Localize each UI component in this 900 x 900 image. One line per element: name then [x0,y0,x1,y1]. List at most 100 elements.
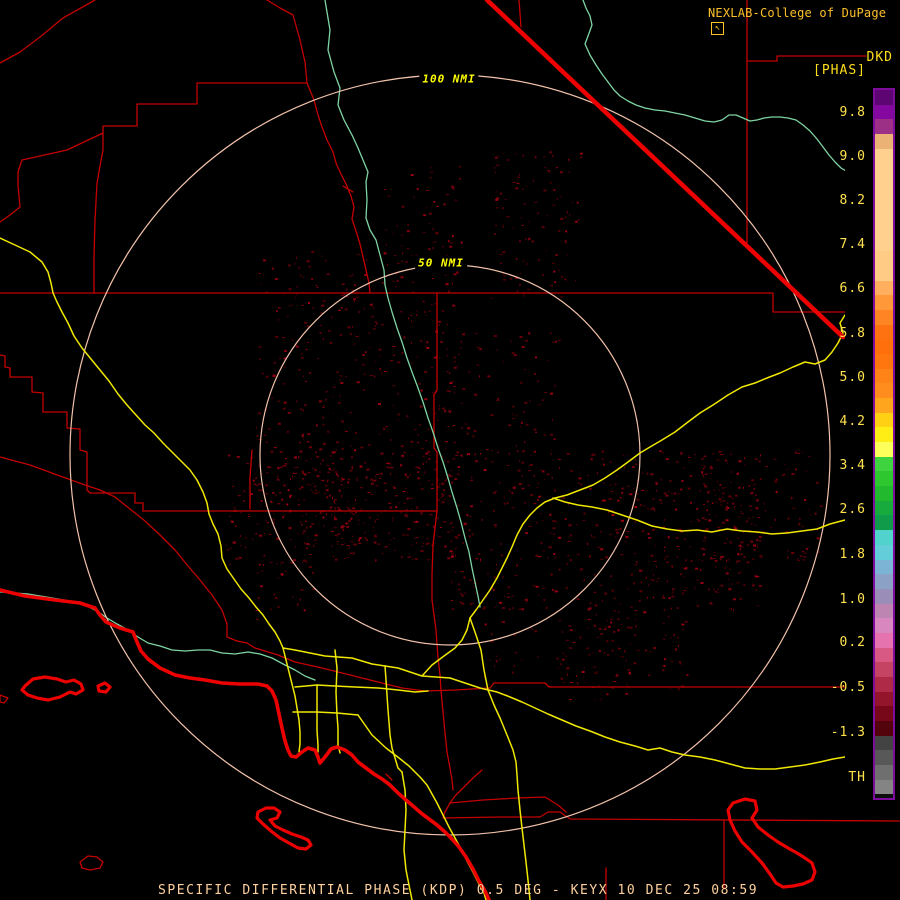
radar-speckle [727,502,729,504]
radar-speckle [451,185,454,188]
radar-speckle [677,636,679,639]
radar-speckle [322,300,326,302]
radar-speckle [637,492,639,495]
radar-speckle [520,608,524,610]
radar-speckle [606,693,609,696]
radar-speckle [744,464,746,466]
radar-speckle [301,470,304,473]
radar-speckle [415,466,418,468]
radar-speckle [369,303,373,306]
radar-speckle [602,499,606,502]
radar-speckle [627,471,629,472]
radar-speckle [677,645,679,647]
radar-speckle [605,626,607,629]
radar-speckle [312,307,314,310]
radar-speckle [493,589,495,592]
radar-speckle [467,514,469,517]
colorbar-swatch [875,368,893,384]
radar-speckle [740,553,743,556]
radar-speckle [356,479,359,481]
radar-speckle [439,357,441,359]
radar-speckle [286,430,289,433]
radar-speckle [260,500,263,502]
radar-speckle [384,189,387,191]
radar-speckle [449,382,453,384]
radar-speckle [515,187,519,190]
radar-speckle [632,488,634,490]
radar-speckle [739,548,741,551]
radar-speckle [401,351,404,354]
radar-speckle [553,270,556,273]
radar-speckle [588,555,591,558]
radar-speckle [376,323,379,325]
radar-speckle [531,240,535,243]
radar-speckle [520,217,522,219]
radar-speckle [363,373,367,375]
radar-speckle [426,461,427,463]
radar-speckle [462,388,466,391]
radar-speckle [415,520,419,523]
radar-speckle [325,489,329,492]
radar-speckle [593,624,596,627]
radar-speckle [757,576,760,578]
road-line [384,665,403,773]
radar-speckle [724,567,726,570]
radar-speckle [364,364,365,366]
radar-speckle [311,523,315,525]
radar-speckle [451,235,454,238]
radar-speckle [449,523,452,525]
radar-speckle [420,550,422,552]
radar-speckle [587,618,591,620]
radar-speckle [522,411,525,413]
radar-speckle [521,658,523,660]
river-line [324,0,481,608]
radar-speckle [595,524,599,527]
radar-speckle [365,476,368,479]
radar-speckle [755,494,757,497]
radar-speckle [719,454,722,456]
radar-speckle [773,458,777,460]
radar-speckle [401,234,404,236]
radar-speckle [334,499,337,501]
range-ring-label: 100 NMI [419,71,479,87]
radar-speckle [355,432,358,435]
radar-speckle [499,482,500,484]
radar-speckle [451,521,453,524]
colorbar-tick-label: -1.3 [830,725,866,740]
radar-speckle [516,444,517,447]
radar-speckle [538,594,540,596]
radar-speckle [429,223,431,224]
radar-speckle [664,549,666,552]
radar-speckle [756,499,759,502]
radar-speckle [673,499,675,502]
radar-speckle [698,519,701,522]
radar-speckle [659,450,662,453]
radar-speckle [634,491,636,493]
radar-speckle [338,379,341,381]
radar-speckle [280,563,282,565]
radar-speckle [372,307,375,309]
radar-speckle [572,642,576,643]
radar-speckle [302,478,304,480]
radar-speckle [604,592,608,595]
radar-speckle [346,525,350,528]
radar-speckle [677,688,680,691]
radar-speckle [594,573,596,576]
radar-speckle [566,667,570,670]
radar-speckle [592,536,596,538]
radar-speckle [479,560,481,562]
radar-speckle [323,442,326,445]
radar-speckle [385,425,389,427]
product-units-label: [PHAS] [813,63,866,78]
radar-speckle [553,438,557,441]
radar-speckle [717,526,720,528]
radar-speckle [511,507,515,509]
radar-speckle [267,428,271,430]
radar-speckle [568,699,572,701]
radar-speckle [347,481,350,484]
colorbar-tick-label: 1.8 [839,547,866,562]
radar-speckle [634,610,638,612]
radar-speckle [523,294,525,297]
radar-speckle [701,458,704,460]
radar-speckle [517,289,518,292]
